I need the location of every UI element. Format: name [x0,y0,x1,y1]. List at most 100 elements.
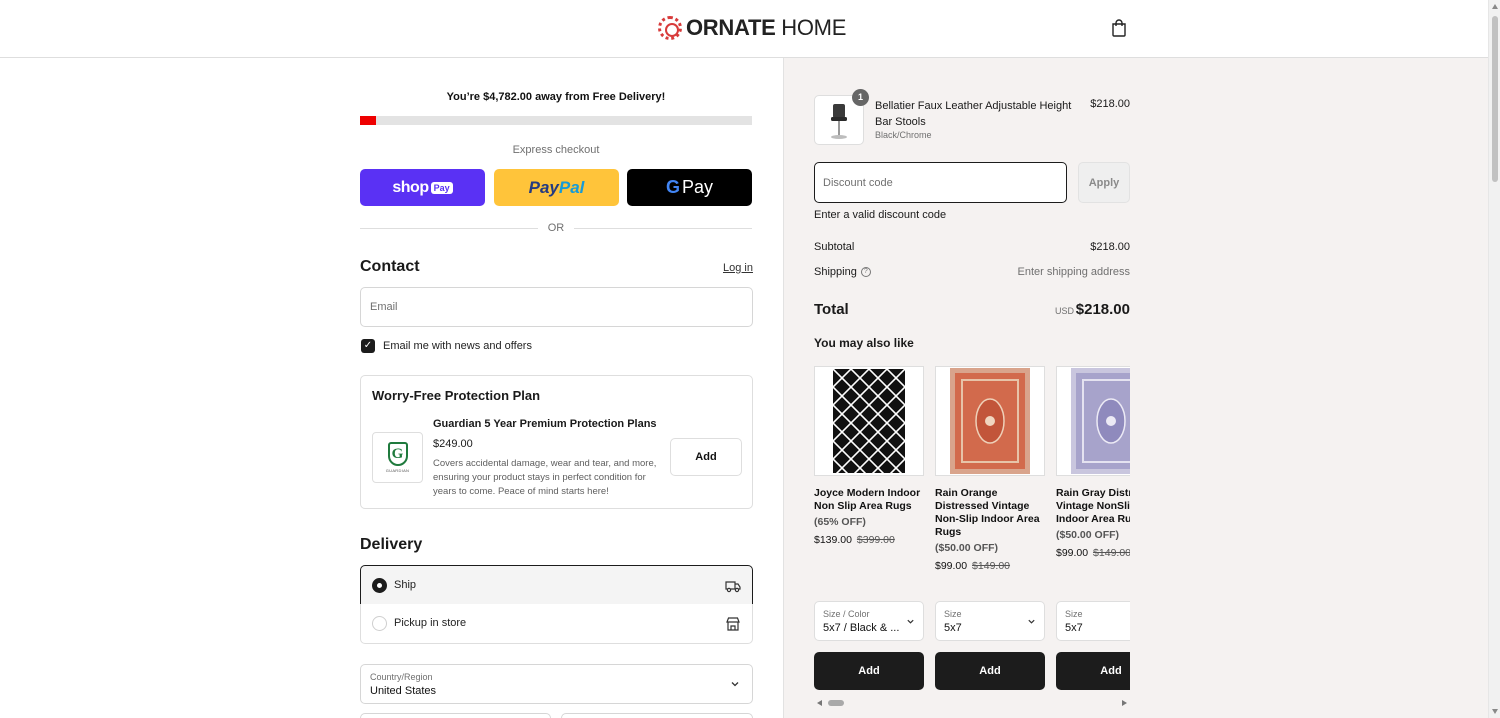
delivery-option-ship[interactable]: Ship [360,565,753,605]
upsell-add-button[interactable]: Add [1056,652,1130,690]
pickup-label: Pickup in store [394,617,467,629]
upsell-select-value: 5x7 [1065,622,1083,634]
upsell-title[interactable]: Joyce Modern Indoor Non Slip Area Rugs [814,487,924,513]
upsell-compare-price: $399.00 [856,534,895,546]
scroll-right-arrow-icon[interactable] [1122,700,1127,706]
product-price: $218.00 [1090,98,1130,110]
upsell-heading: You may also like [814,336,914,350]
paypal-wordmark-pay: Pay [528,177,559,197]
upsell-select-label: Size [944,609,962,619]
upsell-sale-price: $99.00 [935,560,968,572]
shopping-bag-icon[interactable] [1111,19,1127,37]
scroll-thumb[interactable] [1492,16,1498,182]
guardian-logo-word: GUARDIAN [385,468,410,473]
upsell-card: Joyce Modern Indoor Non Slip Area Rugs (… [814,366,924,690]
protection-plan-description: Covers accidental damage, wear and tear,… [433,458,657,497]
shop-pay-button[interactable]: shop Pay [360,169,485,206]
black-rug-image [833,369,905,473]
free-delivery-progress [360,116,752,125]
upsell-title[interactable]: Rain Orange Distressed Vintage Non-Slip … [935,487,1045,539]
paypal-button[interactable]: Pay Pal [494,169,619,206]
chevron-down-icon [907,619,914,624]
upsell-select-value: 5x7 / Black & ... [823,622,900,634]
total-label: Total [814,301,849,318]
upsell-add-button[interactable]: Add [814,652,924,690]
upsell-compare-price: $149.00 [972,560,1011,572]
upsell-title[interactable]: Rain Gray Distressed Vintage NonSlip Ind… [1056,487,1130,526]
contact-heading: Contact [360,258,420,275]
paypal-wordmark-pal: Pal [558,177,585,197]
quantity-badge: 1 [852,89,869,106]
login-link[interactable]: Log in [723,262,753,274]
upsell-discount: (65% OFF) [814,516,866,528]
delivery-option-pickup[interactable]: Pickup in store [360,604,753,644]
newsletter-checkbox[interactable]: ✓ [361,339,375,353]
product-image[interactable] [935,366,1045,476]
shop-pay-wordmark: shop [392,178,429,196]
shipping-label: Shipping [814,266,857,278]
upsell-compare-price: $149.00 [1093,547,1130,559]
protection-plan-heading: Worry-Free Protection Plan [372,388,541,403]
shipping-value: Enter shipping address [1017,266,1130,278]
upsell-variant-select[interactable]: Size / Color 5x7 / Black & ... [814,601,924,641]
upsell-price: $99.00 $149.00 [1056,547,1130,559]
upsell-card: Rain Gray Distressed Vintage NonSlip Ind… [1056,366,1130,690]
upsell-price: $99.00 $149.00 [935,560,1045,572]
first-name-field[interactable] [360,713,551,718]
google-pay-button[interactable]: G Pay [627,169,752,206]
express-checkout-label: Express checkout [512,144,600,156]
subtotal-label: Subtotal [814,241,855,253]
brand-logo[interactable]: ORNATE HOME [658,15,846,41]
country-label: Country/Region [370,672,433,682]
upsell-select-value: 5x7 [944,622,962,634]
newsletter-label: Email me with news and offers [383,340,532,352]
product-variant: Black/Chrome [875,130,932,140]
total-value: $218.00 [1075,301,1130,318]
discount-code-field[interactable] [814,162,1067,203]
scroll-up-arrow-icon[interactable] [1492,4,1498,9]
product-image[interactable] [814,366,924,476]
brand-mark-icon [658,16,682,40]
guardian-shield-icon: G [387,442,408,466]
chevron-down-icon [731,682,739,687]
email-field[interactable] [360,287,753,327]
or-divider-left [360,228,538,229]
site-header: ORNATE HOME [0,0,1488,58]
product-image[interactable] [1056,366,1130,476]
delivery-heading: Delivery [360,536,423,553]
discount-error-message: Enter a valid discount code [814,209,947,221]
shop-pay-badge: Pay [430,181,453,194]
scroll-down-arrow-icon[interactable] [1492,709,1498,714]
country-select[interactable]: Country/Region United States [360,664,753,704]
upsell-discount: ($50.00 OFF) [1056,529,1120,541]
protection-plan-price: $249.00 [433,438,473,450]
last-name-field[interactable] [561,713,753,718]
upsell-sale-price: $99.00 [1056,547,1089,559]
or-divider-right [574,228,752,229]
page-scrollbar[interactable] [1488,0,1500,718]
truck-icon [725,581,741,593]
guardian-logo: G GUARDIAN [372,432,423,483]
upsell-variant-select[interactable]: Size 5x7 [935,601,1045,641]
subtotal-value: $218.00 [1090,241,1130,253]
protection-plan-name: Guardian 5 Year Premium Protection Plans [433,418,657,430]
help-circle-icon[interactable]: ? [860,267,871,278]
add-protection-button[interactable]: Add [670,438,742,476]
carousel-scrollbar[interactable] [814,698,1130,708]
product-name: Bellatier Faux Leather Adjustable Height… [875,100,1072,128]
upsell-add-button[interactable]: Add [935,652,1045,690]
apply-discount-button[interactable]: Apply [1078,162,1130,203]
upsell-carousel: Joyce Modern Indoor Non Slip Area Rugs (… [814,366,1130,716]
scroll-left-arrow-icon[interactable] [817,700,822,706]
upsell-variant-select[interactable]: Size 5x7 [1056,601,1130,641]
carousel-scroll-thumb[interactable] [828,700,844,706]
ship-label: Ship [394,579,417,591]
google-g-icon: G [665,177,680,197]
brand-name: ORNATE HOME [686,15,847,40]
pickup-radio[interactable] [372,616,387,631]
upsell-sale-price: $139.00 [814,534,852,546]
ship-radio[interactable] [372,578,387,593]
protection-plan-card: Worry-Free Protection Plan G GUARDIAN Gu… [360,375,753,509]
checkout-form-column: You’re $4,782.00 away from Free Delivery… [0,58,783,718]
orange-rug-image [950,368,1030,474]
